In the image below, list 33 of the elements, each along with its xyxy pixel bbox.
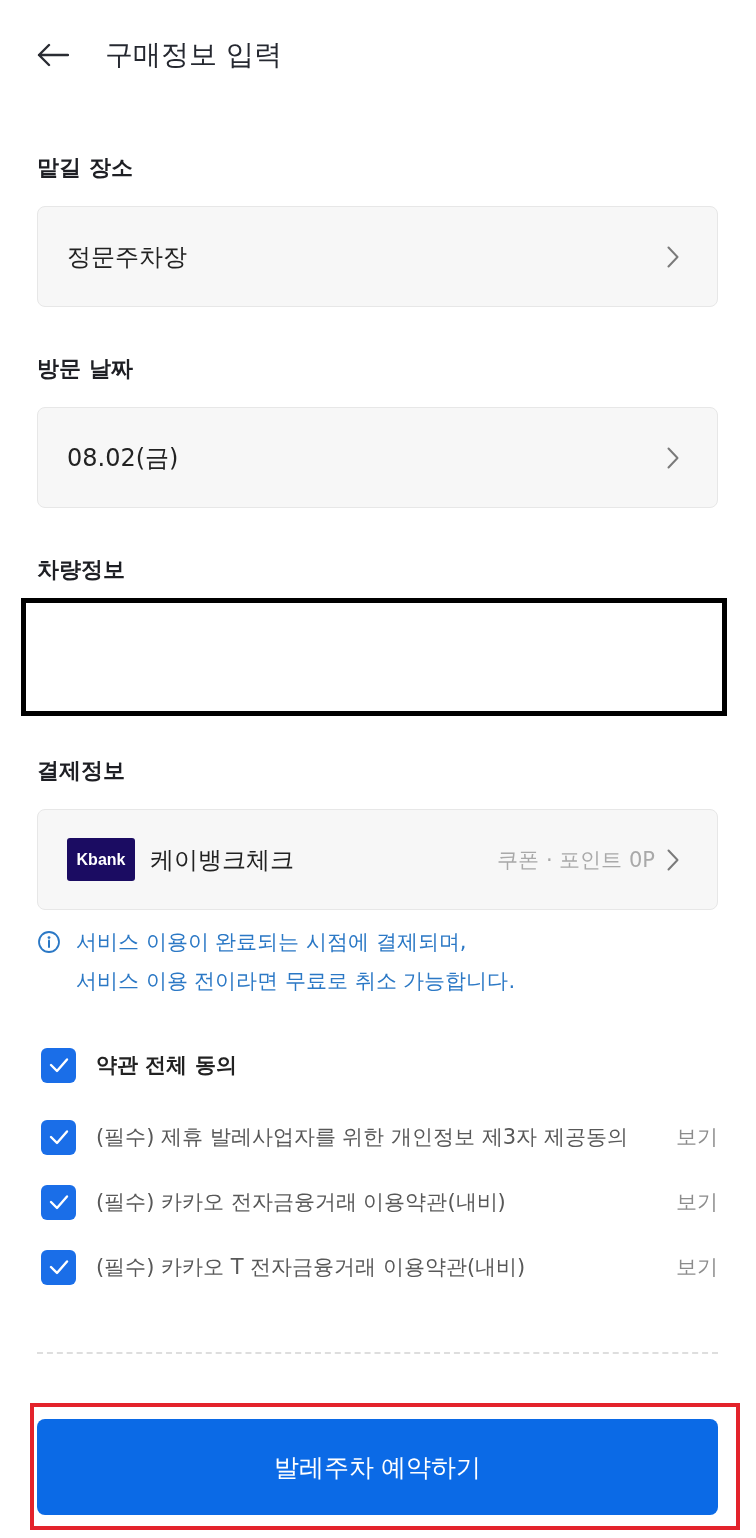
checkbox[interactable] (41, 1047, 76, 1083)
terms-label: (필수) 카카오 전자금융거래 이용약관(내비) (96, 1189, 507, 1216)
info-icon (38, 931, 60, 953)
checkbox[interactable] (41, 1119, 76, 1155)
check-icon (48, 1259, 69, 1275)
arrow-left-icon (37, 43, 69, 67)
terms-label: (필수) 제휴 발레사업자를 위한 개인정보 제3자 제공동의 (96, 1124, 629, 1151)
page-title: 구매정보 입력 (105, 37, 282, 73)
select-field[interactable]: 08.02(금) (37, 407, 718, 508)
checkbox[interactable] (41, 1184, 76, 1220)
select-field[interactable]: 정문주차장 (37, 206, 718, 307)
view-terms-link[interactable]: 보기 (676, 1123, 718, 1151)
section-label: 차량정보 (37, 556, 126, 584)
check-icon (48, 1129, 69, 1145)
reserve-button[interactable]: 발레주차 예약하기 (37, 1419, 718, 1515)
chevron-right-icon (667, 848, 679, 871)
check-icon (48, 1057, 69, 1073)
terms-label: (필수) 카카오 T 전자금융거래 이용약관(내비) (96, 1254, 527, 1281)
payment-method-field[interactable]: Kbank 케이뱅크체크 쿠폰 · 포인트 0P (37, 809, 718, 910)
back-button[interactable] (37, 43, 69, 67)
checkbox[interactable] (41, 1249, 76, 1285)
payment-notice: 서비스 이용이 완료되는 시점에 결제되며, 서비스 이용 전이라면 무료로 취소 가능합니다. (76, 929, 516, 995)
section-label: 결제정보 (37, 757, 126, 785)
view-terms-link[interactable]: 보기 (676, 1188, 718, 1216)
chevron-right-icon (667, 446, 679, 469)
chevron-right-icon (667, 245, 679, 268)
section-label: 맡길 장소 (37, 154, 134, 182)
section-label: 방문 날짜 (37, 355, 134, 383)
check-icon (48, 1194, 69, 1210)
card-name: 케이뱅크체크 (150, 844, 295, 876)
view-terms-link[interactable]: 보기 (676, 1253, 718, 1281)
agree-all-label: 약관 전체 동의 (96, 1052, 238, 1079)
bank-logo: Kbank (67, 838, 135, 881)
